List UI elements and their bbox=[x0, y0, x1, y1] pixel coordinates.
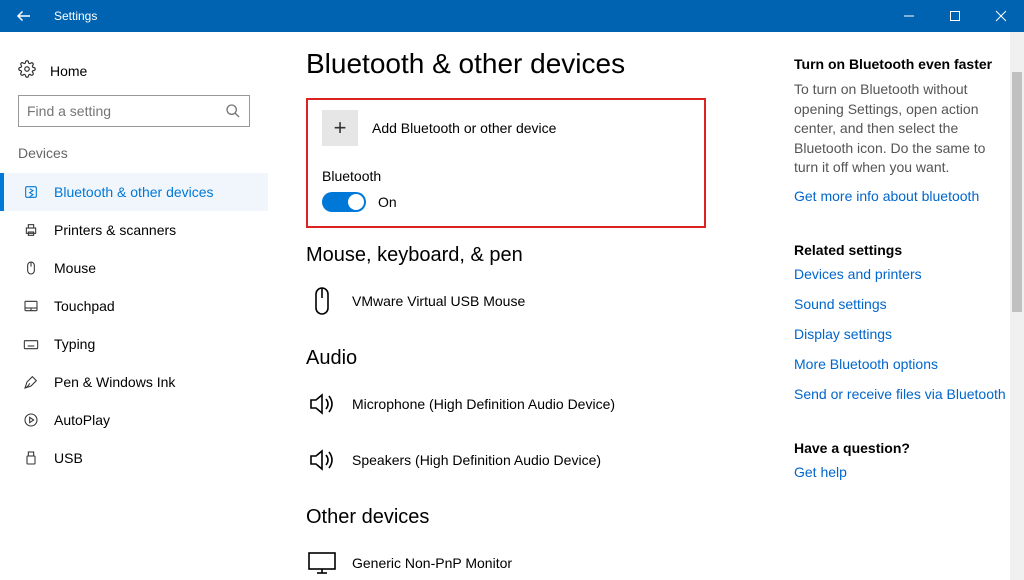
home-label: Home bbox=[50, 63, 87, 79]
bluetooth-toggle[interactable] bbox=[322, 192, 366, 212]
device-row[interactable]: Speakers (High Definition Audio Device) bbox=[306, 436, 766, 492]
main-content: Bluetooth & other devices + Add Bluetoot… bbox=[268, 32, 794, 580]
sidebar-item-bluetooth[interactable]: Bluetooth & other devices bbox=[0, 173, 268, 211]
add-device-row[interactable]: + Add Bluetooth or other device bbox=[322, 110, 690, 146]
search-icon bbox=[225, 103, 241, 122]
device-name: Microphone (High Definition Audio Device… bbox=[352, 396, 615, 412]
maximize-button[interactable] bbox=[932, 0, 978, 32]
scrollbar-track[interactable] bbox=[1010, 32, 1024, 580]
sidebar-item-typing[interactable]: Typing bbox=[0, 325, 268, 363]
sidebar-item-label: Typing bbox=[54, 336, 95, 352]
get-help-link[interactable]: Get help bbox=[794, 464, 1008, 480]
speaker-icon bbox=[306, 388, 338, 420]
home-button[interactable]: Home bbox=[0, 54, 268, 95]
device-row[interactable]: VMware Virtual USB Mouse bbox=[306, 277, 766, 333]
search-input-wrapper[interactable] bbox=[18, 95, 250, 127]
device-row[interactable]: Microphone (High Definition Audio Device… bbox=[306, 380, 766, 436]
device-name: VMware Virtual USB Mouse bbox=[352, 293, 525, 309]
plus-icon: + bbox=[322, 110, 358, 146]
related-title: Related settings bbox=[794, 242, 1008, 258]
highlight-box: + Add Bluetooth or other device Bluetoot… bbox=[306, 98, 706, 228]
sidebar-item-label: Touchpad bbox=[54, 298, 115, 314]
tip-title: Turn on Bluetooth even faster bbox=[794, 56, 1008, 72]
section-title-mouse: Mouse, keyboard, & pen bbox=[306, 244, 766, 267]
question-title: Have a question? bbox=[794, 440, 1008, 456]
sidebar-group-label: Devices bbox=[0, 145, 268, 173]
sidebar-item-usb[interactable]: USB bbox=[0, 439, 268, 477]
sidebar-item-label: AutoPlay bbox=[54, 412, 110, 428]
tip-body: To turn on Bluetooth without opening Set… bbox=[794, 80, 1008, 178]
bluetooth-icon bbox=[22, 183, 40, 201]
device-name: Speakers (High Definition Audio Device) bbox=[352, 452, 601, 468]
related-link-devices[interactable]: Devices and printers bbox=[794, 266, 1008, 282]
sidebar-item-touchpad[interactable]: Touchpad bbox=[0, 287, 268, 325]
sidebar-item-label: USB bbox=[54, 450, 83, 466]
sidebar-item-label: Printers & scanners bbox=[54, 222, 176, 238]
sidebar-item-mouse[interactable]: Mouse bbox=[0, 249, 268, 287]
section-title-other: Other devices bbox=[306, 506, 766, 529]
aside-panel: Turn on Bluetooth even faster To turn on… bbox=[794, 32, 1024, 580]
speaker-icon bbox=[306, 444, 338, 476]
titlebar: Settings bbox=[0, 0, 1024, 32]
search-input[interactable] bbox=[19, 103, 249, 119]
related-link-display[interactable]: Display settings bbox=[794, 326, 1008, 342]
close-button[interactable] bbox=[978, 0, 1024, 32]
monitor-icon bbox=[306, 547, 338, 579]
pen-icon bbox=[22, 373, 40, 391]
sidebar-item-label: Bluetooth & other devices bbox=[54, 184, 214, 200]
gear-icon bbox=[18, 60, 36, 81]
add-device-label: Add Bluetooth or other device bbox=[372, 120, 556, 136]
section-title-audio: Audio bbox=[306, 347, 766, 370]
device-row[interactable]: Generic Non-PnP Monitor bbox=[306, 539, 766, 580]
bluetooth-state: On bbox=[378, 194, 397, 210]
window-title: Settings bbox=[48, 9, 97, 23]
related-link-btoptions[interactable]: More Bluetooth options bbox=[794, 356, 1008, 372]
mouse-icon bbox=[22, 259, 40, 277]
mouse-outline-icon bbox=[306, 285, 338, 317]
usb-icon bbox=[22, 449, 40, 467]
bluetooth-heading: Bluetooth bbox=[322, 168, 690, 184]
related-link-sendfiles[interactable]: Send or receive files via Bluetooth bbox=[794, 386, 1008, 402]
sidebar: Home Devices Bluetooth & other devices P… bbox=[0, 32, 268, 580]
minimize-button[interactable] bbox=[886, 0, 932, 32]
tip-link[interactable]: Get more info about bluetooth bbox=[794, 188, 1008, 204]
touchpad-icon bbox=[22, 297, 40, 315]
keyboard-icon bbox=[22, 335, 40, 353]
device-name: Generic Non-PnP Monitor bbox=[352, 555, 512, 571]
sidebar-item-autoplay[interactable]: AutoPlay bbox=[0, 401, 268, 439]
autoplay-icon bbox=[22, 411, 40, 429]
sidebar-item-printers[interactable]: Printers & scanners bbox=[0, 211, 268, 249]
sidebar-item-label: Pen & Windows Ink bbox=[54, 374, 175, 390]
page-title: Bluetooth & other devices bbox=[306, 48, 766, 80]
sidebar-item-pen[interactable]: Pen & Windows Ink bbox=[0, 363, 268, 401]
related-link-sound[interactable]: Sound settings bbox=[794, 296, 1008, 312]
sidebar-item-label: Mouse bbox=[54, 260, 96, 276]
scrollbar-thumb[interactable] bbox=[1012, 72, 1022, 312]
printer-icon bbox=[22, 221, 40, 239]
back-button[interactable] bbox=[0, 0, 48, 32]
